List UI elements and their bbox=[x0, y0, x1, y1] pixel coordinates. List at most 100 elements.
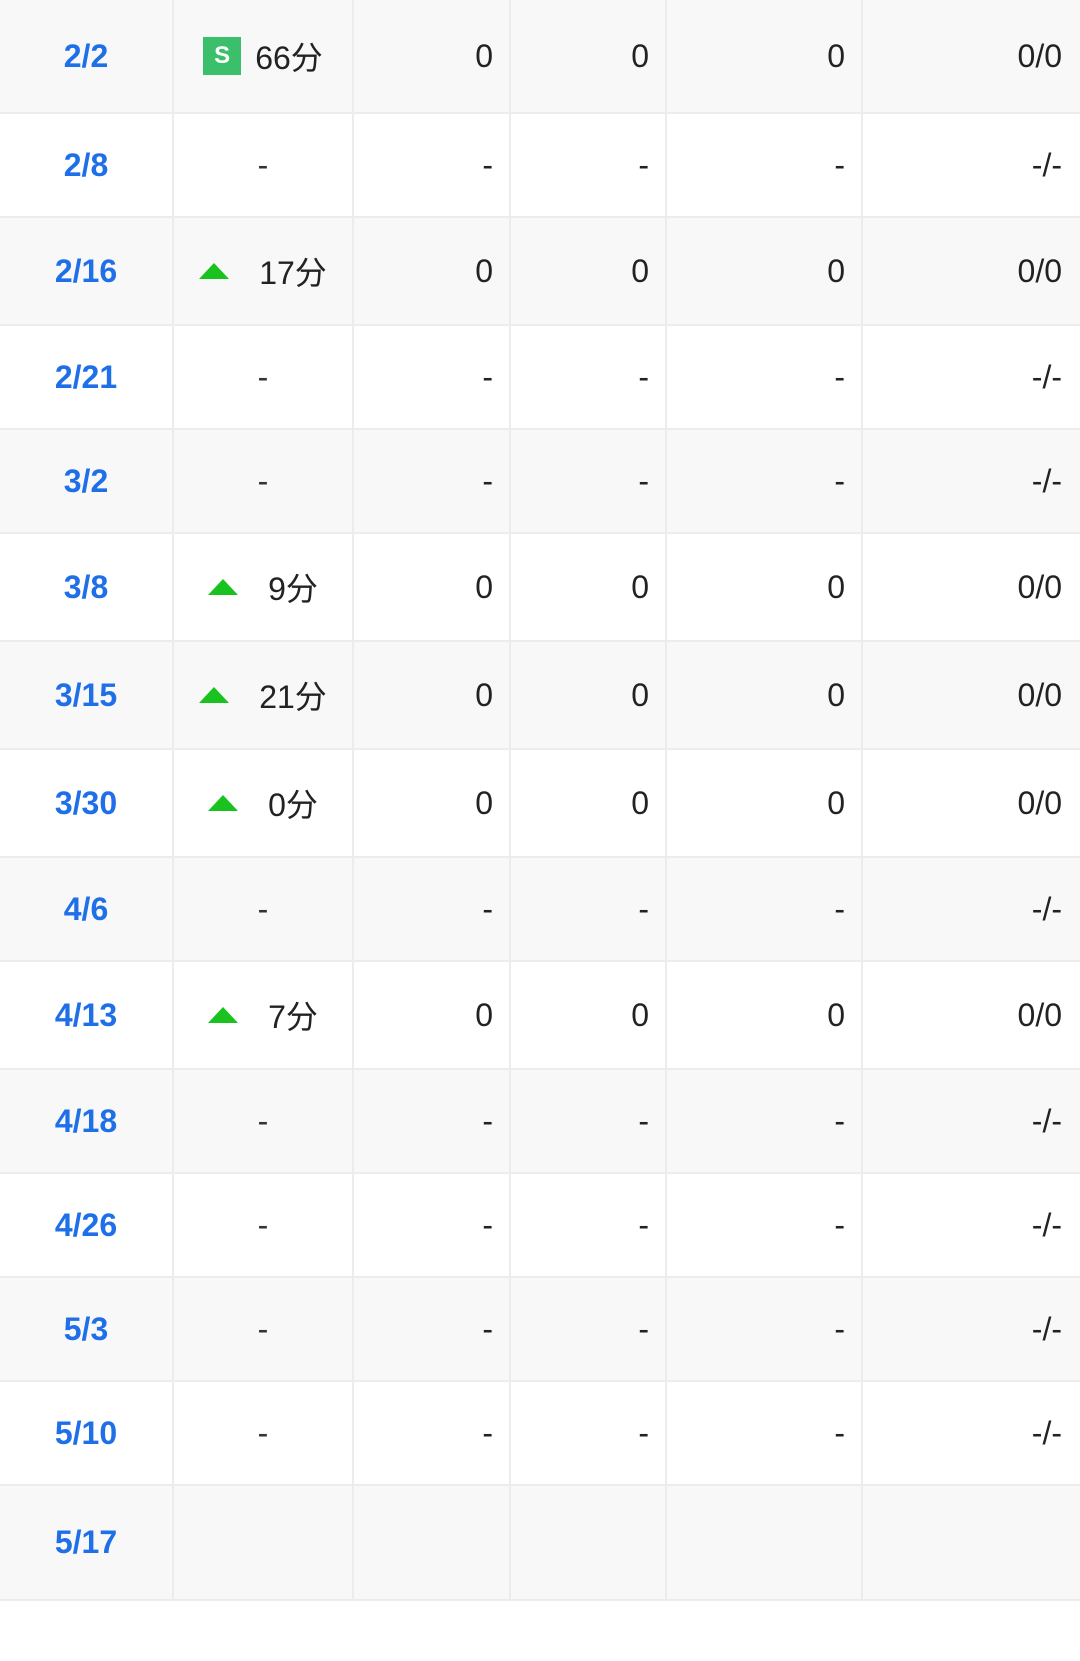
minutes-content: - bbox=[258, 463, 269, 500]
stat-d-value: -/- bbox=[1031, 1102, 1062, 1139]
stat-c-value: 0 bbox=[667, 218, 863, 324]
minutes-value: - bbox=[257, 1310, 269, 1347]
table-row[interactable]: 3/8 9分 0 0 0 0/0 bbox=[0, 534, 1080, 642]
arrow-up-icon bbox=[208, 1007, 239, 1023]
match-date-link[interactable]: 3/15 bbox=[0, 642, 174, 748]
stat-d-value: 0/0 bbox=[1017, 568, 1062, 605]
stat-d-value: -/- bbox=[1031, 358, 1062, 395]
stat-c-value: 0 bbox=[667, 962, 863, 1068]
table-row[interactable]: 2/2 S 66分 0 0 0 0/0 bbox=[0, 0, 1080, 114]
minutes-cell: 0分 bbox=[174, 750, 354, 856]
table-row[interactable]: 2/21- - - - -/- bbox=[0, 326, 1080, 430]
stat-c-value: - bbox=[667, 1278, 863, 1380]
minutes-cell: 21分 bbox=[174, 642, 354, 748]
match-date-link[interactable]: 4/18 bbox=[0, 1070, 174, 1172]
match-date-link[interactable]: 2/16 bbox=[0, 218, 174, 324]
arrow-up-icon bbox=[199, 263, 230, 279]
minutes-content: 0分 bbox=[208, 780, 318, 826]
minutes-cell: 7分 bbox=[174, 962, 354, 1068]
table-row[interactable]: 4/26- - - - -/- bbox=[0, 1174, 1080, 1278]
match-date-link[interactable]: 4/26 bbox=[0, 1174, 174, 1276]
stat-a-value: - bbox=[354, 858, 511, 960]
stat-a-value: - bbox=[354, 1070, 511, 1172]
stat-d-value: 0/0 bbox=[1017, 784, 1062, 821]
stat-a-value bbox=[354, 1486, 511, 1599]
stat-c-value: 0 bbox=[667, 0, 863, 112]
minutes-value: - bbox=[257, 1206, 269, 1243]
stat-b-value bbox=[511, 1486, 667, 1599]
minutes-content: - bbox=[258, 359, 269, 396]
minutes-cell: - bbox=[174, 326, 354, 428]
stat-a-value: - bbox=[354, 1382, 511, 1484]
minutes-cell: - bbox=[174, 1174, 354, 1276]
table-row[interactable]: 5/17 bbox=[0, 1486, 1080, 1601]
match-stats-table: 2/2 S 66分 0 0 0 0/0 2/8- - - - -/- 2/16 17分 0 0 0 0/0 2/21… bbox=[0, 0, 1080, 1601]
stat-a-value: 0 bbox=[354, 218, 511, 324]
stat-c-value: - bbox=[667, 430, 863, 532]
minutes-value: - bbox=[257, 1102, 269, 1139]
stat-b-value: - bbox=[511, 1382, 667, 1484]
minutes-value: - bbox=[257, 146, 269, 183]
stat-d-value: -/- bbox=[1031, 1310, 1062, 1347]
stat-a-value: - bbox=[354, 1278, 511, 1380]
minutes-cell: - bbox=[174, 114, 354, 216]
minutes-content: - bbox=[258, 147, 269, 184]
stat-b-value: 0 bbox=[511, 962, 667, 1068]
minutes-content: - bbox=[258, 1311, 269, 1348]
match-date-link[interactable]: 3/8 bbox=[0, 534, 174, 640]
match-date-link[interactable]: 5/10 bbox=[0, 1382, 174, 1484]
minutes-value: 0分 bbox=[268, 787, 318, 823]
table-row[interactable]: 2/8- - - - -/- bbox=[0, 114, 1080, 218]
stat-b-value: - bbox=[511, 1174, 667, 1276]
minutes-cell bbox=[174, 1486, 354, 1599]
table-row[interactable]: 3/30 0分 0 0 0 0/0 bbox=[0, 750, 1080, 858]
minutes-cell: - bbox=[174, 1382, 354, 1484]
match-date-link[interactable]: 3/30 bbox=[0, 750, 174, 856]
minutes-value: 21分 bbox=[259, 679, 327, 715]
stat-d-value: 0/0 bbox=[1017, 252, 1062, 289]
table-row[interactable]: 4/18- - - - -/- bbox=[0, 1070, 1080, 1174]
stat-c-value: - bbox=[667, 326, 863, 428]
stat-b-value: - bbox=[511, 858, 667, 960]
minutes-cell: 17分 bbox=[174, 218, 354, 324]
match-date-link[interactable]: 5/17 bbox=[0, 1486, 174, 1599]
minutes-content: 9分 bbox=[208, 564, 318, 610]
stat-b-value: - bbox=[511, 1070, 667, 1172]
table-row[interactable]: 3/2- - - - -/- bbox=[0, 430, 1080, 534]
table-row[interactable]: 4/6- - - - -/- bbox=[0, 858, 1080, 962]
match-date-link[interactable]: 5/3 bbox=[0, 1278, 174, 1380]
table-row[interactable]: 4/13 7分 0 0 0 0/0 bbox=[0, 962, 1080, 1070]
stat-a-value: - bbox=[354, 430, 511, 532]
stat-a-value: - bbox=[354, 114, 511, 216]
match-date-link[interactable]: 2/2 bbox=[0, 0, 174, 112]
stat-c-value: - bbox=[667, 114, 863, 216]
table-row[interactable]: 5/3- - - - -/- bbox=[0, 1278, 1080, 1382]
stat-c-value: 0 bbox=[667, 750, 863, 856]
minutes-content: 21分 bbox=[199, 672, 327, 718]
match-date-link[interactable]: 4/6 bbox=[0, 858, 174, 960]
stat-b-value: - bbox=[511, 326, 667, 428]
stat-c-value: 0 bbox=[667, 534, 863, 640]
match-date-link[interactable]: 3/2 bbox=[0, 430, 174, 532]
minutes-cell: - bbox=[174, 1278, 354, 1380]
table-row[interactable]: 2/16 17分 0 0 0 0/0 bbox=[0, 218, 1080, 326]
minutes-value: 66分 bbox=[255, 40, 323, 76]
arrow-up-icon bbox=[208, 579, 239, 595]
stat-a-value: - bbox=[354, 326, 511, 428]
match-date-link[interactable]: 4/13 bbox=[0, 962, 174, 1068]
arrow-up-icon bbox=[208, 795, 239, 811]
table-row[interactable]: 5/10- - - - -/- bbox=[0, 1382, 1080, 1486]
minutes-cell: - bbox=[174, 1070, 354, 1172]
match-date-link[interactable]: 2/21 bbox=[0, 326, 174, 428]
match-date-link[interactable]: 2/8 bbox=[0, 114, 174, 216]
table-row[interactable]: 3/15 21分 0 0 0 0/0 bbox=[0, 642, 1080, 750]
minutes-content: 7分 bbox=[208, 992, 318, 1038]
stat-d-value: 0/0 bbox=[1017, 676, 1062, 713]
minutes-value: - bbox=[257, 358, 269, 395]
minutes-cell: S 66分 bbox=[174, 0, 354, 112]
stat-a-value: 0 bbox=[354, 642, 511, 748]
stat-c-value bbox=[667, 1486, 863, 1599]
minutes-content: - bbox=[258, 891, 269, 928]
stat-d-value: -/- bbox=[1031, 462, 1062, 499]
starter-badge-icon: S bbox=[203, 37, 242, 75]
